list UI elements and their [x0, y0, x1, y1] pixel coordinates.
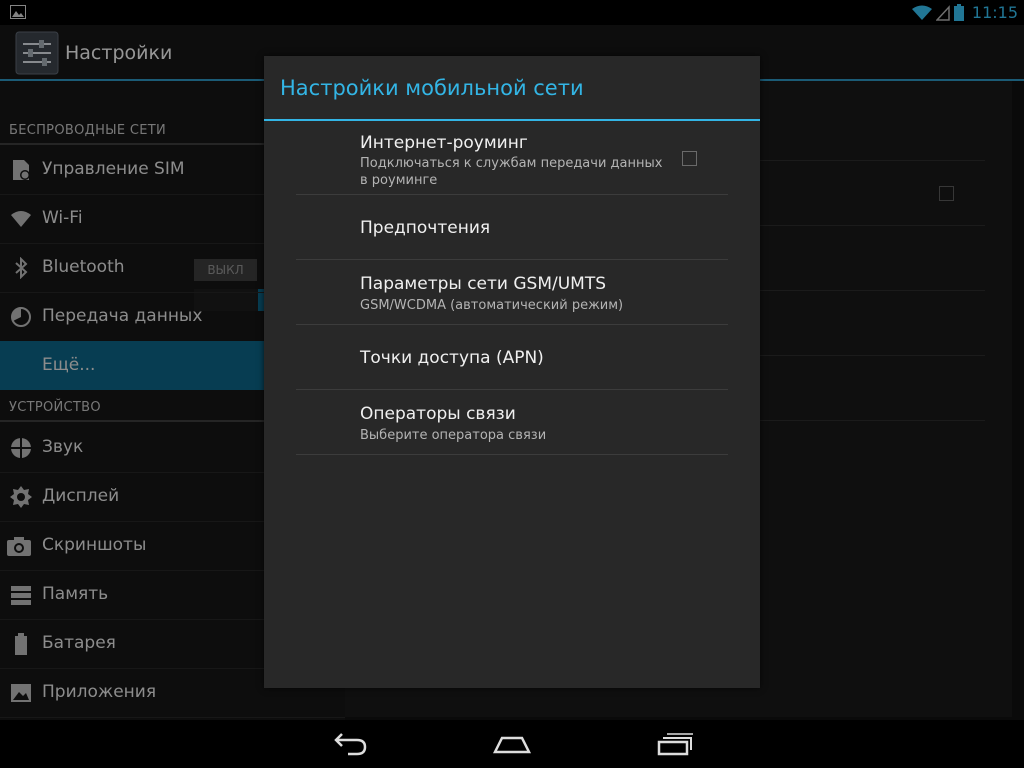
- data-roaming-checkbox[interactable]: [682, 151, 697, 166]
- navigation-bar: [0, 720, 1024, 768]
- recent-apps-icon[interactable]: [655, 728, 695, 760]
- pref-data-roaming[interactable]: Интернет-роуминг Подключаться к службам …: [296, 121, 728, 195]
- home-icon[interactable]: [492, 728, 532, 760]
- pref-access-point-names[interactable]: Точки доступа (APN): [296, 325, 728, 390]
- pref-gsm-umts-settings[interactable]: Параметры сети GSM/UMTS GSM/WCDMA (автом…: [296, 260, 728, 325]
- back-icon[interactable]: [330, 728, 370, 760]
- dialog-title: Настройки мобильной сети: [280, 76, 584, 100]
- pref-preferences[interactable]: Предпочтения: [296, 195, 728, 260]
- mobile-network-settings-dialog: Настройки мобильной сети Интернет-роумин…: [264, 56, 760, 688]
- pref-network-operators[interactable]: Операторы связи Выберите оператора связи: [296, 390, 728, 455]
